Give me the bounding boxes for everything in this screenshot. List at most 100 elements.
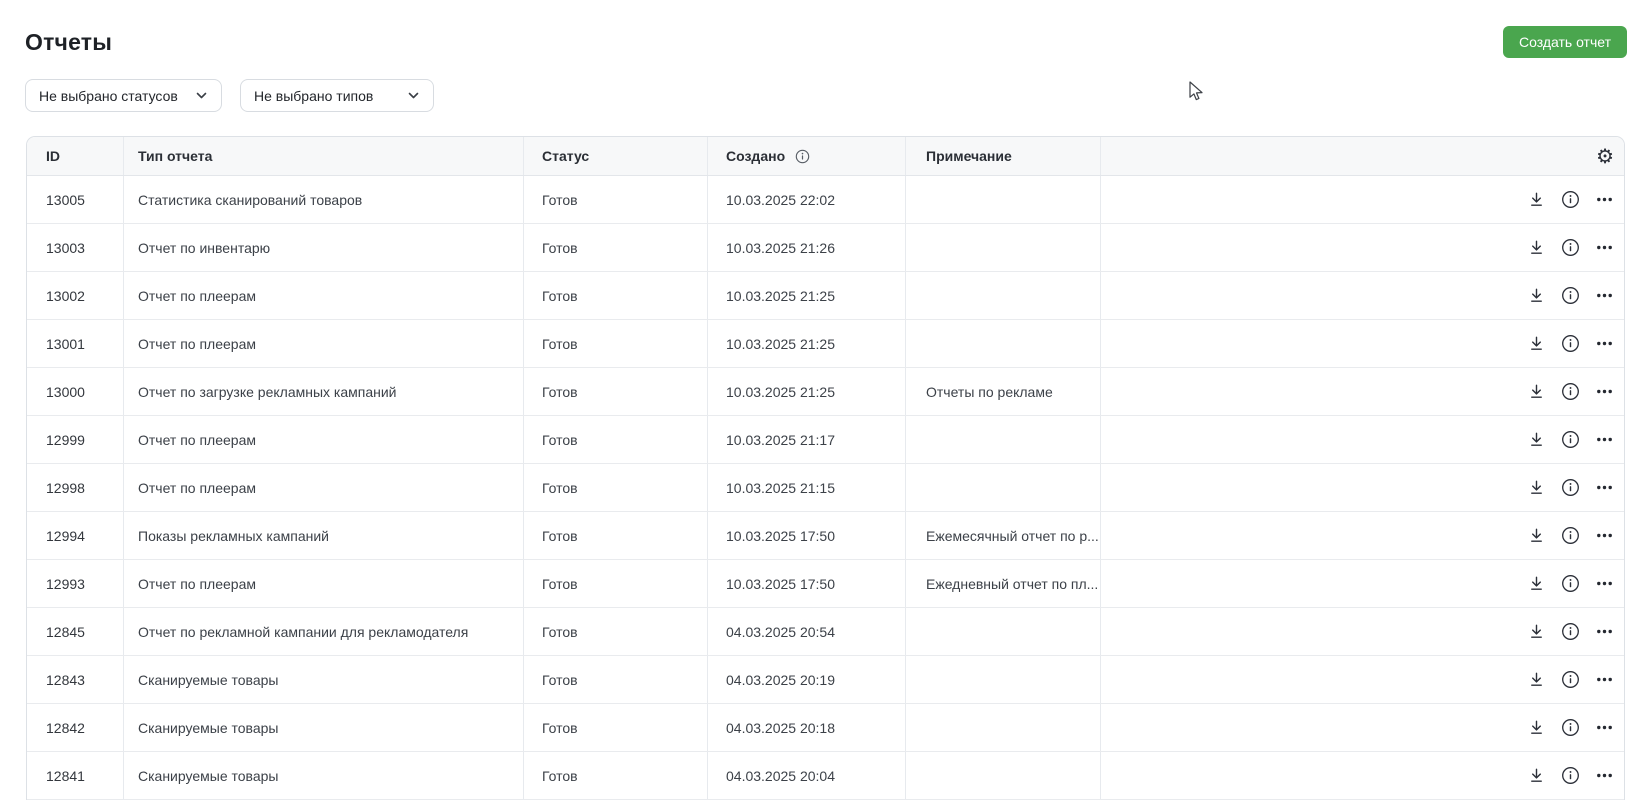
- info-icon[interactable]: [1560, 286, 1580, 306]
- cell-note: [906, 464, 1101, 511]
- table-row: 12994 Показы рекламных кампаний Готов 10…: [27, 512, 1624, 560]
- cell-status: Готов: [524, 608, 708, 655]
- cell-status: Готов: [524, 752, 708, 799]
- ellipsis-icon[interactable]: [1594, 238, 1614, 258]
- info-icon[interactable]: [1560, 574, 1580, 594]
- type-filter-dropdown[interactable]: Не выбрано типов: [240, 79, 434, 112]
- table-row: 12999 Отчет по плеерам Готов 10.03.2025 …: [27, 416, 1624, 464]
- ellipsis-icon[interactable]: [1594, 430, 1614, 450]
- cell-report-type: Отчет по плеерам: [124, 560, 524, 607]
- download-icon[interactable]: [1526, 718, 1546, 738]
- download-icon[interactable]: [1526, 334, 1546, 354]
- status-filter-value: Не выбрано статусов: [39, 87, 178, 104]
- ellipsis-icon[interactable]: [1594, 766, 1614, 786]
- cell-actions: [1101, 560, 1624, 607]
- cell-id: 12998: [27, 464, 124, 511]
- ellipsis-icon[interactable]: [1594, 718, 1614, 738]
- cell-created: 10.03.2025 17:50: [708, 560, 906, 607]
- chevron-down-icon: [196, 92, 207, 99]
- cell-created: 10.03.2025 21:25: [708, 320, 906, 367]
- ellipsis-icon[interactable]: [1594, 478, 1614, 498]
- download-icon[interactable]: [1526, 670, 1546, 690]
- gear-icon[interactable]: ⚙: [1596, 146, 1614, 166]
- cell-report-type: Отчет по рекламной кампании для рекламод…: [124, 608, 524, 655]
- table-row: 13002 Отчет по плеерам Готов 10.03.2025 …: [27, 272, 1624, 320]
- cell-actions: [1101, 320, 1624, 367]
- cell-note: [906, 656, 1101, 703]
- cell-status: Готов: [524, 464, 708, 511]
- column-header-status: Статус: [524, 137, 708, 175]
- ellipsis-icon[interactable]: [1594, 382, 1614, 402]
- cell-id: 13000: [27, 368, 124, 415]
- column-header-type: Тип отчета: [124, 137, 524, 175]
- download-icon[interactable]: [1526, 238, 1546, 258]
- cell-report-type: Сканируемые товары: [124, 656, 524, 703]
- ellipsis-icon[interactable]: [1594, 334, 1614, 354]
- status-filter-dropdown[interactable]: Не выбрано статусов: [25, 79, 222, 112]
- cell-actions: [1101, 464, 1624, 511]
- info-icon[interactable]: [792, 146, 812, 166]
- table-row: 13003 Отчет по инвентарю Готов 10.03.202…: [27, 224, 1624, 272]
- info-icon[interactable]: [1560, 766, 1580, 786]
- info-icon[interactable]: [1560, 670, 1580, 690]
- create-report-button[interactable]: Создать отчет: [1502, 26, 1627, 58]
- download-icon[interactable]: [1526, 382, 1546, 402]
- info-icon[interactable]: [1560, 430, 1580, 450]
- cell-actions: [1101, 656, 1624, 703]
- ellipsis-icon[interactable]: [1594, 574, 1614, 594]
- download-icon[interactable]: [1526, 574, 1546, 594]
- download-icon[interactable]: [1526, 478, 1546, 498]
- cell-report-type: Отчет по плеерам: [124, 320, 524, 367]
- cell-id: 12841: [27, 752, 124, 799]
- table-row: 12993 Отчет по плеерам Готов 10.03.2025 …: [27, 560, 1624, 608]
- table-row: 13000 Отчет по загрузке рекламных кампан…: [27, 368, 1624, 416]
- cell-created: 10.03.2025 21:25: [708, 368, 906, 415]
- column-header-actions: ⚙: [1101, 137, 1624, 175]
- cell-report-type: Отчет по загрузке рекламных кампаний: [124, 368, 524, 415]
- ellipsis-icon[interactable]: [1594, 286, 1614, 306]
- info-icon[interactable]: [1560, 238, 1580, 258]
- cell-status: Готов: [524, 656, 708, 703]
- info-icon[interactable]: [1560, 382, 1580, 402]
- download-icon[interactable]: [1526, 286, 1546, 306]
- download-icon[interactable]: [1526, 622, 1546, 642]
- cell-id: 12843: [27, 656, 124, 703]
- cell-actions: [1101, 512, 1624, 559]
- reports-page: Отчеты Создать отчет Не выбрано статусов…: [0, 0, 1639, 803]
- info-icon[interactable]: [1560, 478, 1580, 498]
- cell-actions: [1101, 176, 1624, 223]
- download-icon[interactable]: [1526, 526, 1546, 546]
- table-row: 12998 Отчет по плеерам Готов 10.03.2025 …: [27, 464, 1624, 512]
- ellipsis-icon[interactable]: [1594, 670, 1614, 690]
- ellipsis-icon[interactable]: [1594, 190, 1614, 210]
- download-icon[interactable]: [1526, 766, 1546, 786]
- cell-report-type: Показы рекламных кампаний: [124, 512, 524, 559]
- download-icon[interactable]: [1526, 430, 1546, 450]
- table-header-row: ID Тип отчета Статус Создано Примечание: [27, 137, 1624, 176]
- cell-id: 12999: [27, 416, 124, 463]
- filters-bar: Не выбрано статусов Не выбрано типов: [0, 79, 1639, 112]
- info-icon[interactable]: [1560, 334, 1580, 354]
- table-body: 13005 Статистика сканирований товаров Го…: [27, 176, 1624, 800]
- ellipsis-icon[interactable]: [1594, 526, 1614, 546]
- cell-actions: [1101, 608, 1624, 655]
- ellipsis-icon[interactable]: [1594, 622, 1614, 642]
- cell-note: [906, 752, 1101, 799]
- cell-status: Готов: [524, 512, 708, 559]
- info-icon[interactable]: [1560, 190, 1580, 210]
- cell-status: Готов: [524, 272, 708, 319]
- column-header-id: ID: [27, 137, 124, 175]
- cell-status: Готов: [524, 320, 708, 367]
- cell-created: 10.03.2025 21:26: [708, 224, 906, 271]
- info-icon[interactable]: [1560, 718, 1580, 738]
- cell-note: [906, 704, 1101, 751]
- table-row: 13001 Отчет по плеерам Готов 10.03.2025 …: [27, 320, 1624, 368]
- cell-id: 12842: [27, 704, 124, 751]
- download-icon[interactable]: [1526, 190, 1546, 210]
- cell-status: Готов: [524, 416, 708, 463]
- cell-status: Готов: [524, 704, 708, 751]
- cell-created: 10.03.2025 21:15: [708, 464, 906, 511]
- info-icon[interactable]: [1560, 526, 1580, 546]
- cell-created: 10.03.2025 22:02: [708, 176, 906, 223]
- info-icon[interactable]: [1560, 622, 1580, 642]
